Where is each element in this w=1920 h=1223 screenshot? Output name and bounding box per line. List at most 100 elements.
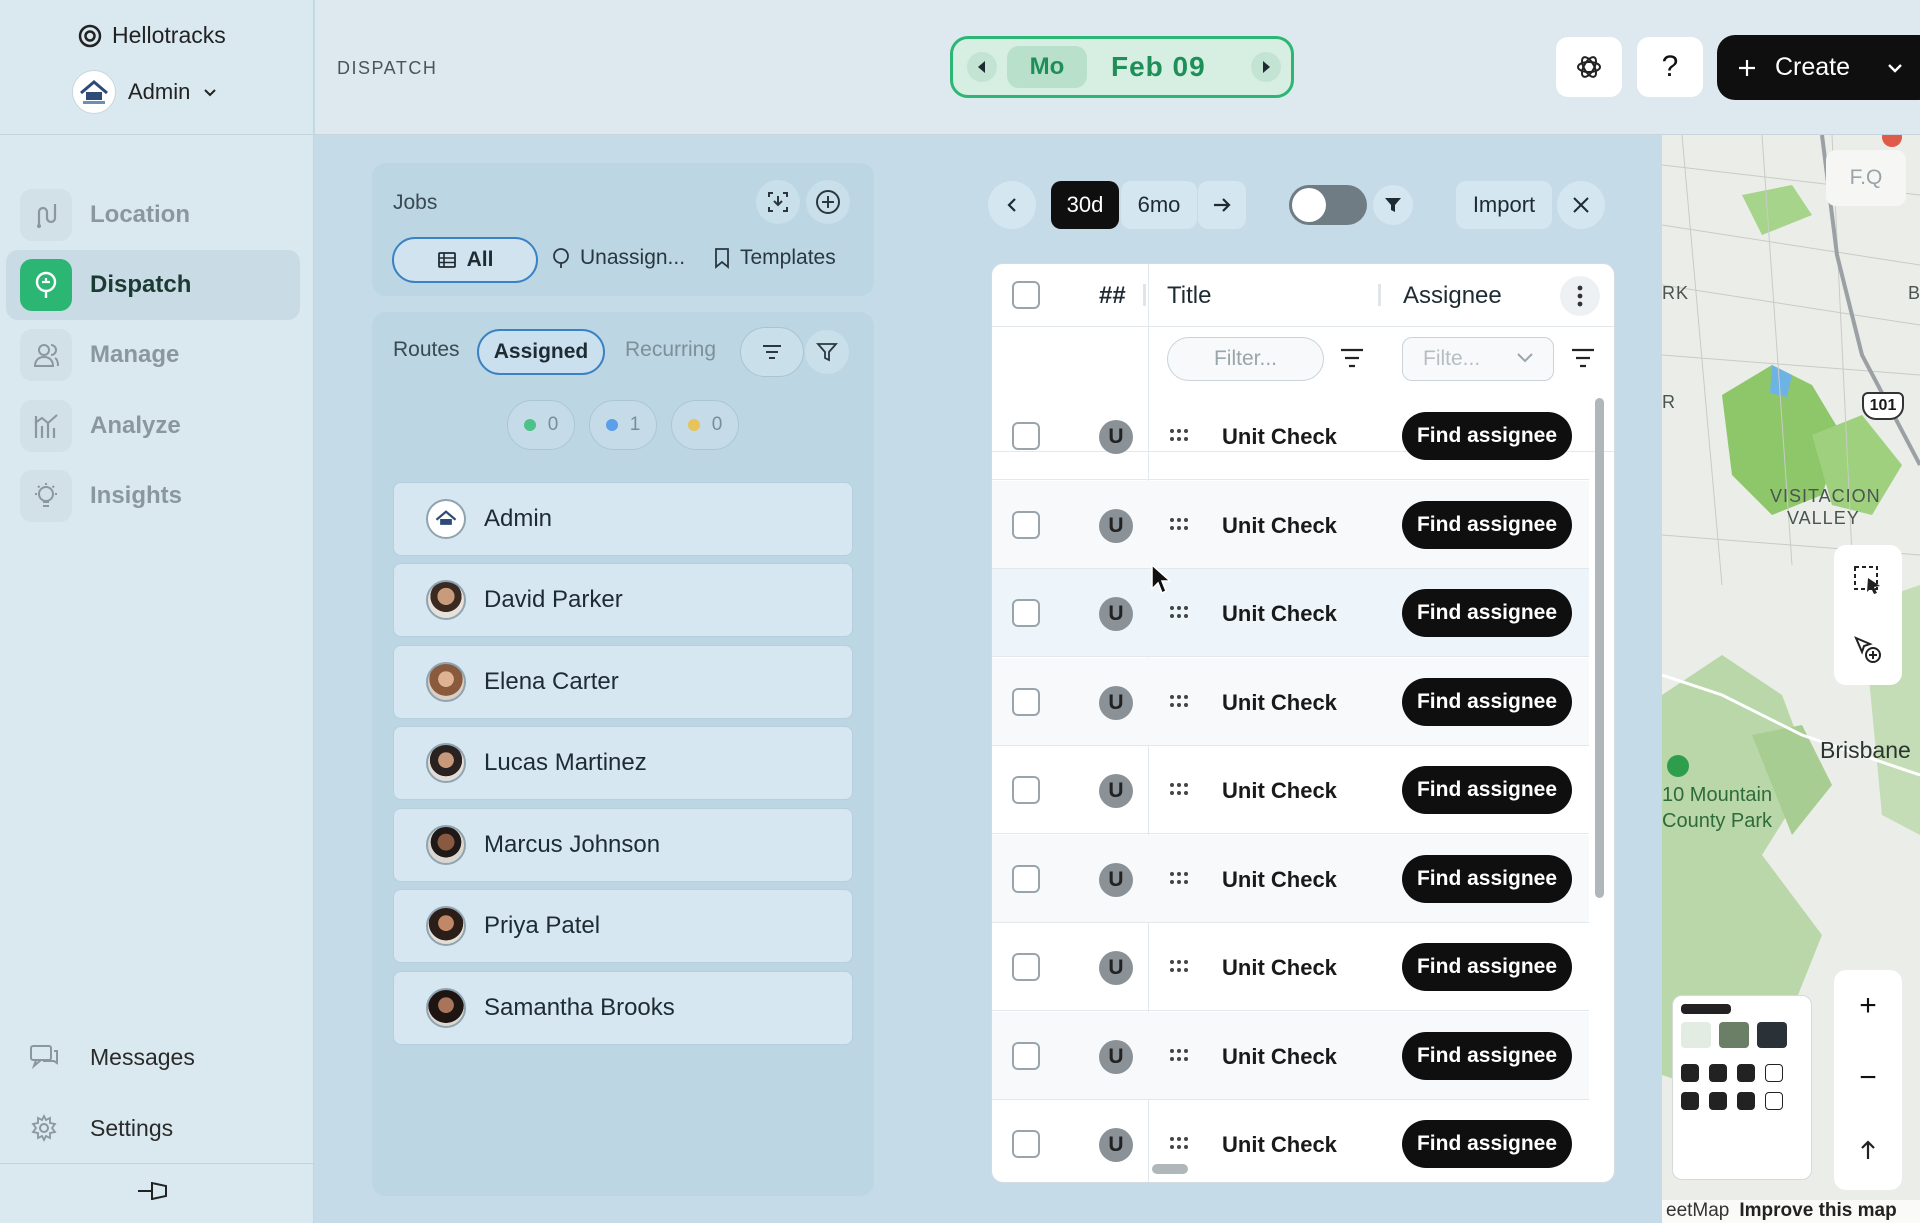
count-yellow[interactable]: 0 — [671, 400, 739, 450]
row-checkbox[interactable] — [1012, 510, 1040, 539]
nav-insights[interactable]: Insights — [6, 461, 300, 531]
arrow-right-icon[interactable] — [1198, 181, 1246, 229]
table-row[interactable]: U Unit Check Find assignee — [992, 1011, 1589, 1100]
vertical-scrollbar[interactable] — [1595, 398, 1604, 898]
find-assignee-button[interactable]: Find assignee — [1402, 1031, 1572, 1080]
prev-range-button[interactable] — [988, 181, 1036, 229]
toggle-switch[interactable] — [1289, 185, 1367, 225]
row-title[interactable]: Unit Check — [1222, 1044, 1337, 1070]
route-card[interactable]: Marcus Johnson — [393, 808, 853, 882]
row-title[interactable]: Unit Check — [1222, 601, 1337, 627]
find-assignee-button[interactable]: Find assignee — [1402, 854, 1572, 903]
tab-templates[interactable]: Templates — [712, 246, 836, 270]
column-resize-handle[interactable] — [1143, 284, 1146, 306]
assignee-filter-select[interactable]: Filte... — [1402, 337, 1554, 381]
tab-all[interactable]: All — [392, 237, 538, 283]
column-resize-handle[interactable] — [1378, 284, 1381, 306]
row-title[interactable]: Unit Check — [1222, 424, 1337, 450]
route-card[interactable]: Elena Carter — [393, 645, 853, 719]
north-arrow-icon[interactable] — [1834, 1114, 1902, 1186]
road-map-thumbnail[interactable] — [1681, 1022, 1711, 1048]
row-checkbox[interactable] — [1012, 1041, 1040, 1070]
find-assignee-button[interactable]: Find assignee — [1402, 589, 1572, 637]
row-title[interactable]: Unit Check — [1222, 955, 1337, 981]
column-assignee[interactable]: Assignee — [1403, 282, 1502, 310]
import-jobs-icon[interactable] — [756, 180, 800, 224]
layer-toggle[interactable] — [1737, 1092, 1755, 1110]
row-title[interactable]: Unit Check — [1222, 513, 1337, 539]
route-card[interactable]: Admin — [393, 482, 853, 556]
count-blue[interactable]: 1 — [589, 400, 657, 450]
add-job-icon[interactable] — [806, 180, 850, 224]
table-row[interactable]: U Unit Check Find assignee — [992, 923, 1589, 1011]
sort-button[interactable] — [740, 327, 804, 377]
row-title[interactable]: Unit Check — [1222, 867, 1337, 893]
close-icon[interactable] — [1557, 181, 1605, 229]
satellite-thumbnail[interactable] — [1719, 1022, 1749, 1048]
routes-label[interactable]: Routes — [393, 338, 460, 362]
tab-recurring[interactable]: Recurring — [625, 338, 716, 362]
range-6mo-button[interactable]: 6mo — [1121, 181, 1197, 229]
sort-lines-icon[interactable] — [1570, 347, 1596, 369]
drag-handle-icon[interactable] — [1169, 517, 1189, 531]
more-options-icon[interactable] — [1560, 276, 1600, 316]
select-area-icon[interactable] — [1834, 545, 1902, 615]
table-row[interactable]: U Unit Check Find assignee — [992, 834, 1589, 923]
nav-settings[interactable]: Settings — [28, 1113, 173, 1143]
map-style-switcher[interactable] — [1672, 995, 1812, 1180]
select-all-checkbox[interactable] — [1012, 281, 1040, 309]
import-button[interactable]: Import — [1456, 181, 1552, 229]
row-title[interactable]: Unit Check — [1222, 1132, 1337, 1158]
column-title[interactable]: Title — [1167, 282, 1211, 310]
row-checkbox[interactable] — [1012, 953, 1040, 981]
layer-toggle[interactable] — [1681, 1092, 1699, 1110]
layer-toggle[interactable] — [1765, 1064, 1783, 1082]
table-row[interactable]: U Unit Check Find assignee — [992, 480, 1589, 569]
find-assignee-button[interactable]: Find assignee — [1402, 1120, 1572, 1168]
count-green[interactable]: 0 — [507, 400, 575, 450]
find-assignee-button[interactable]: Find assignee — [1402, 412, 1572, 460]
map-style-tab[interactable] — [1681, 1004, 1731, 1014]
layer-toggle[interactable] — [1709, 1092, 1727, 1110]
add-point-icon[interactable] — [1834, 615, 1902, 685]
nav-location[interactable]: Location — [6, 180, 300, 250]
account-switcher[interactable]: Admin — [72, 70, 218, 114]
improve-map-link[interactable]: Improve this map — [1739, 1200, 1896, 1223]
column-number[interactable]: ## — [1099, 282, 1126, 310]
route-card[interactable]: Priya Patel — [393, 889, 853, 963]
zoom-in-button[interactable]: + — [1834, 970, 1902, 1042]
row-title[interactable]: Unit Check — [1222, 690, 1337, 716]
row-checkbox[interactable] — [1012, 1130, 1040, 1158]
help-button[interactable]: ? — [1637, 37, 1703, 97]
table-row[interactable]: U Unit Check Find assignee — [992, 746, 1589, 834]
nav-analyze[interactable]: Analyze — [6, 391, 300, 461]
drag-handle-icon[interactable] — [1169, 959, 1189, 973]
zoom-out-button[interactable]: − — [1834, 1042, 1902, 1114]
find-assignee-button[interactable]: Find assignee — [1402, 943, 1572, 991]
dark-map-thumbnail[interactable] — [1757, 1022, 1787, 1048]
drag-handle-icon[interactable] — [1169, 1136, 1189, 1150]
layer-toggle[interactable] — [1681, 1064, 1699, 1082]
row-checkbox[interactable] — [1012, 599, 1040, 627]
drag-handle-icon[interactable] — [1169, 1048, 1189, 1062]
drag-handle-icon[interactable] — [1169, 605, 1189, 619]
find-assignee-button[interactable]: Find assignee — [1402, 766, 1572, 814]
tab-unassigned[interactable]: Unassign... — [550, 246, 685, 270]
layer-toggle[interactable] — [1765, 1092, 1783, 1110]
map-search-input[interactable]: F.Q — [1826, 150, 1906, 206]
filter-icon[interactable] — [805, 330, 849, 374]
find-assignee-button[interactable]: Find assignee — [1402, 677, 1572, 726]
route-card[interactable]: Samantha Brooks — [393, 971, 853, 1045]
row-checkbox[interactable] — [1012, 422, 1040, 450]
nav-messages[interactable]: Messages — [28, 1043, 195, 1071]
layer-toggle[interactable] — [1709, 1064, 1727, 1082]
row-checkbox[interactable] — [1012, 687, 1040, 716]
date-picker[interactable]: Mo Feb 09 — [950, 36, 1294, 98]
chevron-down-icon[interactable] — [1886, 59, 1904, 77]
route-card[interactable]: Lucas Martinez — [393, 726, 853, 800]
drag-handle-icon[interactable] — [1169, 694, 1189, 708]
table-row[interactable]: U Unit Check Find assignee — [992, 1100, 1589, 1182]
row-checkbox[interactable] — [1012, 864, 1040, 893]
row-title[interactable]: Unit Check — [1222, 778, 1337, 804]
route-card[interactable]: David Parker — [393, 563, 853, 637]
